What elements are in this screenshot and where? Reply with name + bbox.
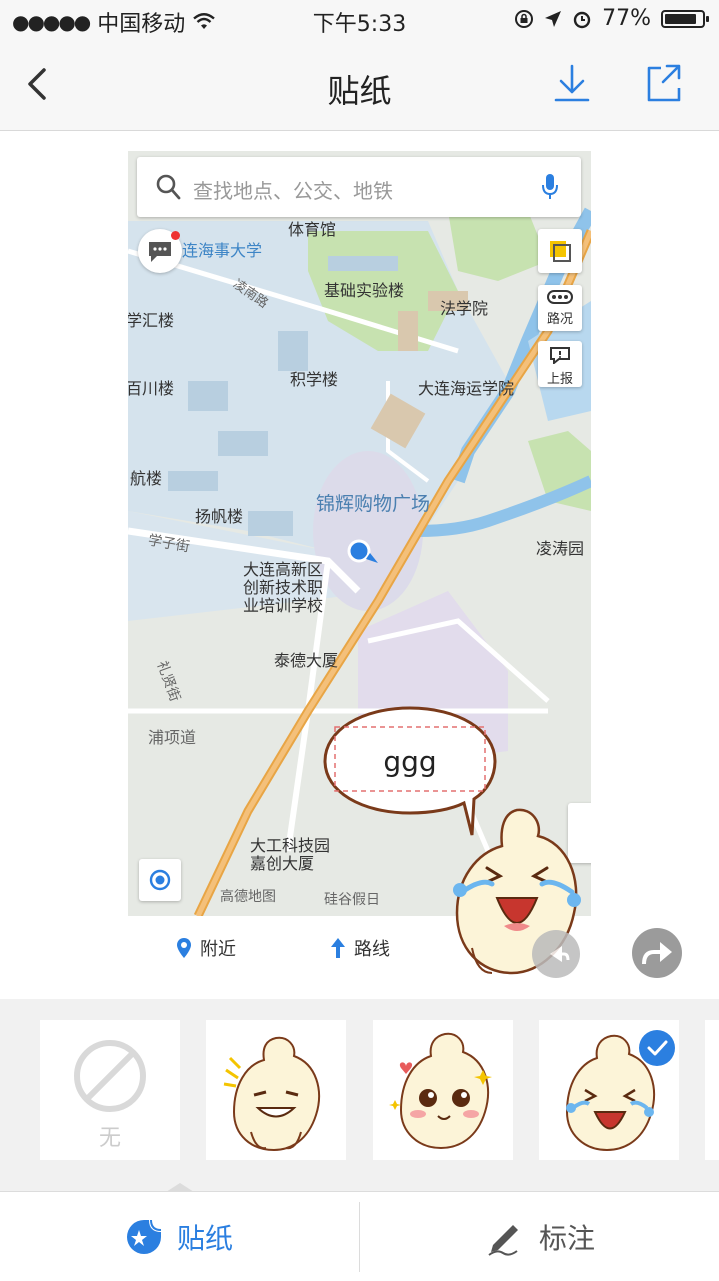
page-title: 贴纸 <box>327 72 392 110</box>
undo-arrow-icon <box>550 946 570 962</box>
map-label: 法学院 <box>440 299 489 318</box>
selected-check-icon <box>639 1030 675 1066</box>
map-label: 锦辉购物广场 <box>316 493 431 515</box>
traffic-label: 路况 <box>546 312 573 327</box>
redo-button[interactable] <box>632 928 682 978</box>
status-time: 下午5:33 <box>312 12 407 37</box>
map-label: 基础实验楼 <box>324 281 405 300</box>
search-placeholder: 查找地点、公交、地铁 <box>193 179 393 203</box>
status-bar: ●●●●● 中国移动 下午5:33 77% <box>0 0 719 40</box>
tab-sticker[interactable]: 贴纸 <box>0 1192 358 1281</box>
route-button: 路线 <box>330 935 390 961</box>
microphone-icon[interactable] <box>541 173 559 201</box>
traffic-button[interactable]: 路况 <box>538 285 582 331</box>
rotation-lock-icon <box>515 9 534 28</box>
sticker-option-grin[interactable] <box>206 1020 346 1160</box>
sticker-picker: 无 <box>0 999 719 1191</box>
messages-button[interactable] <box>138 229 182 273</box>
tab-annotate-label: 标注 <box>538 1221 595 1255</box>
map-label: 大连海运学院 <box>418 379 515 398</box>
download-icon[interactable] <box>553 62 591 106</box>
sticker-option-crying-laugh[interactable] <box>539 1020 679 1160</box>
tab-sticker-label: 贴纸 <box>176 1221 233 1255</box>
undo-button[interactable] <box>532 930 580 978</box>
layers-button[interactable] <box>538 229 582 273</box>
map-label: 体育馆 <box>288 220 337 239</box>
share-export-icon[interactable] <box>645 62 683 106</box>
grinning-mascot-icon <box>223 1036 320 1152</box>
map-label: 硅谷假日 <box>324 892 380 908</box>
love-eyes-mascot-icon <box>389 1032 492 1150</box>
map-label: 扬帆楼 <box>195 507 244 526</box>
nav-bar: 贴纸 <box>0 40 719 131</box>
map-label: 学汇楼 <box>128 311 175 330</box>
route-arrow-icon <box>331 938 345 958</box>
none-label: 无 <box>98 1126 121 1151</box>
sticker-text[interactable]: ggg <box>335 745 485 778</box>
no-sticker-icon <box>74 1040 146 1112</box>
battery-icon <box>661 9 709 28</box>
map-label: 航楼 <box>130 469 163 488</box>
map-search-bar[interactable]: 查找地点、公交、地铁 <box>137 157 581 217</box>
nearby-label: 附近 <box>200 939 236 960</box>
tab-divider <box>359 1202 360 1272</box>
alarm-icon <box>573 11 591 28</box>
chat-bubble-icon <box>149 242 171 262</box>
map-label: 大工科技园 嘉创大厦 <box>250 836 331 873</box>
map-label: 积学楼 <box>290 370 339 389</box>
redo-arrow-icon <box>642 942 672 965</box>
bottom-tab-bar: 贴纸 标注 <box>0 1191 719 1281</box>
layers-icon <box>550 241 571 262</box>
tab-annotate[interactable]: 标注 <box>361 1192 719 1281</box>
map-label: 百川楼 <box>128 379 175 398</box>
map-label: 连海事大学 <box>182 241 263 260</box>
nearby-button: 附近 <box>176 935 236 961</box>
search-icon <box>156 174 181 200</box>
route-label: 路线 <box>354 939 390 960</box>
notification-dot <box>171 231 180 240</box>
pencil-icon <box>488 1224 518 1256</box>
location-arrow-icon <box>545 10 562 27</box>
traffic-icon <box>547 290 573 304</box>
report-label: 上报 <box>546 372 573 387</box>
report-icon <box>550 347 570 366</box>
map-label: 大连高新区 创新技术职 业培训学校 <box>243 560 324 615</box>
report-button[interactable]: 上报 <box>538 341 582 387</box>
map-label: 凌涛园 <box>536 539 585 558</box>
locate-icon <box>149 869 171 891</box>
sticker-tab-icon <box>126 1219 162 1254</box>
sticker-option-none[interactable]: 无 <box>40 1020 180 1160</box>
sticker-option-love[interactable] <box>373 1020 513 1160</box>
sticker-option-partial[interactable] <box>705 1020 719 1160</box>
map-label: 泰德大厦 <box>274 651 339 670</box>
map-label: 浦项道 <box>148 728 197 747</box>
battery-percent: 77% <box>602 6 651 31</box>
map-logo: 高德地图 <box>220 889 276 905</box>
location-pin-icon <box>177 938 191 958</box>
locate-me-button[interactable] <box>139 859 181 901</box>
